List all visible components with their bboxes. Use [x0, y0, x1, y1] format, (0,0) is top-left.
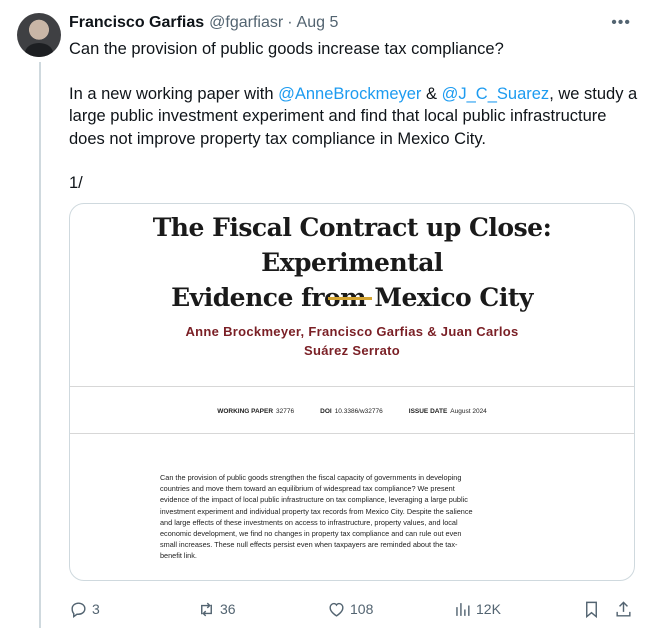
media-image[interactable]: The Fiscal Contract up Close: Experiment…	[69, 203, 635, 581]
reply-button[interactable]: 3	[69, 600, 100, 619]
authors-line: Anne Brockmeyer, Francisco Garfias & Jua…	[185, 324, 519, 339]
abstract-line: evidence of the impact of local public i…	[160, 495, 468, 505]
repost-count: 36	[220, 601, 236, 617]
reply-icon	[71, 601, 86, 618]
paper-abstract: Can the provision of public goods streng…	[160, 472, 544, 562]
views-button[interactable]: 12K	[453, 600, 501, 619]
thread-marker: 1/	[69, 174, 83, 192]
bookmark-button[interactable]	[582, 600, 601, 619]
abstract-line: economic development, we find no changes…	[160, 529, 462, 539]
tweet-text: Can the provision of public goods increa…	[69, 38, 639, 195]
divider	[70, 433, 634, 434]
thread-line	[39, 62, 41, 628]
action-bar: 3 36 108 12K	[69, 597, 641, 621]
tweet-paragraph-2: In a new working paper with @AnneBrockme…	[69, 83, 639, 151]
views-count: 12K	[476, 601, 501, 617]
text-segment: In a new working paper with	[69, 84, 279, 103]
repost-icon	[201, 602, 212, 616]
like-count: 108	[350, 601, 374, 617]
heart-icon	[329, 602, 344, 617]
gold-divider	[328, 297, 372, 300]
abstract-line: investment experiment and individual pro…	[160, 506, 473, 516]
text-segment: &	[421, 84, 442, 103]
share-button[interactable]	[614, 600, 633, 619]
more-options-icon[interactable]: •••	[611, 14, 631, 32]
author-name[interactable]: Francisco Garfias	[69, 14, 204, 32]
mention-link[interactable]: @AnneBrockmeyer	[278, 85, 421, 103]
doi-meta: DOI 10.3386/w32776	[320, 408, 383, 415]
abstract-line: small increases. These null effects pers…	[160, 540, 458, 550]
paper-authors: Anne Brockmeyer, Francisco Garfias & Jua…	[70, 322, 634, 360]
paper-title-line: The Fiscal Contract up Close: Experiment…	[152, 213, 552, 277]
author-handle[interactable]: @fgarfiasr	[209, 14, 283, 32]
share-icon	[616, 600, 631, 617]
divider	[70, 386, 634, 387]
abstract-line: countries and move them toward an equili…	[160, 484, 455, 494]
issue-date-meta: ISSUE DATE August 2024	[408, 408, 487, 415]
tweet-date[interactable]: Aug 5	[297, 14, 339, 32]
tweet-header: Francisco Garfias @fgarfiasr · Aug 5	[69, 12, 639, 34]
abstract-line: benefit link.	[160, 551, 197, 561]
bookmark-icon	[586, 601, 597, 618]
separator: ·	[287, 14, 293, 31]
working-paper-meta: WORKING PAPER 32776	[217, 408, 295, 415]
tweet: Francisco Garfias @fgarfiasr · Aug 5 •••…	[69, 12, 639, 618]
reply-count: 3	[92, 601, 100, 617]
abstract-line: and large effects of these investments o…	[160, 517, 458, 527]
abstract-line: Can the provision of public goods streng…	[160, 473, 462, 482]
repost-button[interactable]: 36	[197, 600, 236, 619]
avatar[interactable]	[17, 13, 61, 57]
analytics-icon	[456, 602, 470, 616]
authors-line: Suárez Serrato	[304, 343, 400, 358]
mention-link[interactable]: @J_C_Suarez	[442, 85, 550, 103]
tweet-line-1: Can the provision of public goods increa…	[69, 40, 504, 58]
like-button[interactable]: 108	[327, 600, 373, 619]
paper-meta: WORKING PAPER 32776 DOI 10.3386/w32776 ISS…	[70, 408, 634, 415]
